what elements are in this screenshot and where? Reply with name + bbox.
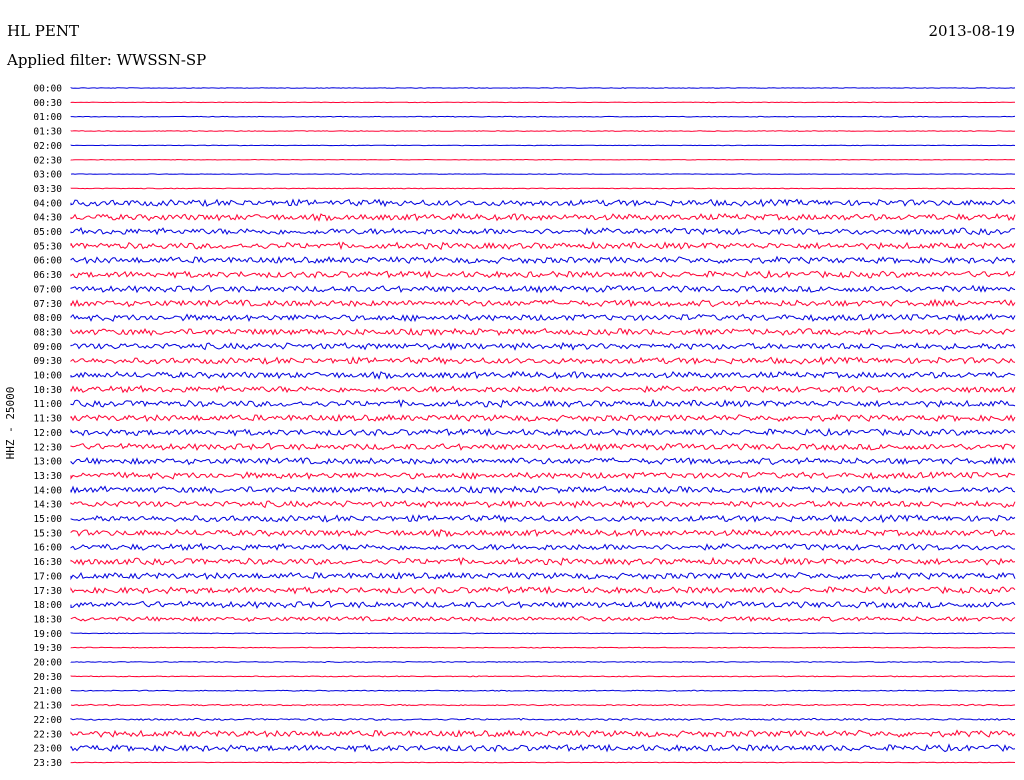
- trace-line: [70, 255, 1016, 265]
- trace-line: [70, 298, 1016, 308]
- trace-line: [70, 198, 1016, 208]
- trace-line: [70, 384, 1016, 394]
- row-tick-label: 08:00: [33, 313, 62, 324]
- row-tick-label: 10:30: [33, 385, 62, 396]
- row-tick-label: 05:00: [33, 227, 62, 238]
- trace-line: [70, 87, 1016, 89]
- row-tick-label: 02:00: [33, 141, 62, 152]
- trace-line: [70, 187, 1016, 190]
- row-tick-label: 19:00: [33, 629, 62, 640]
- row-tick-label: 14:00: [33, 485, 62, 496]
- row-tick-label: 07:30: [33, 299, 62, 310]
- trace-line: [70, 115, 1016, 118]
- trace-line: [70, 413, 1016, 423]
- trace-line: [70, 514, 1016, 524]
- trace-line: [70, 341, 1016, 351]
- trace-line: [70, 761, 1016, 764]
- trace-line: [70, 144, 1016, 147]
- trace-line: [70, 689, 1016, 692]
- row-tick-label: 03:00: [33, 170, 62, 181]
- helicorder-chart: HHZ - 25000 00:00 00:30 01:00 01:30 02:00 02:3…: [4, 84, 1016, 769]
- row-tick-label: 10:00: [33, 371, 62, 382]
- trace-line: [70, 499, 1016, 509]
- row-tick-label: 02:30: [33, 155, 62, 166]
- trace-line: [70, 743, 1016, 753]
- trace-line: [70, 542, 1016, 552]
- row-tick-label: 04:00: [33, 198, 62, 209]
- row-tick-label: 04:30: [33, 213, 62, 224]
- row-tick-label: 12:00: [33, 428, 62, 439]
- row-tick-label: 13:30: [33, 471, 62, 482]
- trace-line: [70, 675, 1016, 678]
- row-tick-label: 07:00: [33, 284, 62, 295]
- trace-line: [70, 101, 1016, 104]
- trace-line: [70, 485, 1016, 495]
- row-tick-label: 08:30: [33, 327, 62, 338]
- row-tick-label: 16:00: [33, 543, 62, 554]
- row-tick-label: 12:30: [33, 442, 62, 453]
- row-tick-label: 11:30: [33, 414, 62, 425]
- row-tick-label: 23:00: [33, 744, 62, 755]
- trace-line: [70, 717, 1015, 721]
- trace-line: [70, 398, 1016, 408]
- row-tick-label: 11:00: [33, 399, 62, 410]
- trace-line: [70, 173, 1015, 175]
- row-tick-label: 17:00: [33, 571, 62, 582]
- row-tick-label: 18:30: [33, 614, 62, 625]
- trace-line: [70, 212, 1016, 222]
- trace-line: [70, 241, 1016, 251]
- trace-line: [70, 660, 1016, 664]
- row-tick-label: 21:00: [33, 686, 62, 697]
- row-tick-label: 06:00: [33, 256, 62, 267]
- trace-line: [70, 703, 1016, 707]
- trace-line: [70, 585, 1016, 595]
- row-tick-label: 01:30: [33, 127, 62, 138]
- row-tick-label: 22:00: [33, 715, 62, 726]
- trace-line: [70, 615, 1016, 623]
- trace-line: [70, 284, 1016, 294]
- row-tick-label: 01:00: [33, 112, 62, 123]
- row-tick-label: 03:30: [33, 184, 62, 195]
- trace-line: [70, 729, 1016, 738]
- row-tick-label: 23:30: [33, 758, 62, 769]
- trace-line: [70, 313, 1016, 323]
- row-tick-label: 18:00: [33, 600, 62, 611]
- row-tick-label: 20:30: [33, 672, 62, 683]
- trace-line: [70, 370, 1016, 380]
- trace-line: [70, 356, 1016, 366]
- trace-line: [70, 600, 1016, 610]
- trace-line: [70, 158, 1015, 161]
- trace-line: [70, 269, 1016, 279]
- row-tick-label: 09:00: [33, 342, 62, 353]
- row-tick-label: 05:30: [33, 241, 62, 252]
- row-tick-label: 15:30: [33, 528, 62, 539]
- trace-line: [70, 632, 1016, 635]
- trace-line: [70, 227, 1016, 236]
- row-tick-label: 14:30: [33, 500, 62, 511]
- y-axis-label: HHZ - 25000: [4, 387, 17, 460]
- row-tick-label: 20:00: [33, 658, 62, 669]
- row-tick-label: 21:30: [33, 701, 62, 712]
- trace-line: [70, 646, 1015, 649]
- trace-line: [70, 442, 1016, 452]
- row-tick-label: 15:00: [33, 514, 62, 525]
- trace-line: [70, 556, 1016, 566]
- trace-line: [70, 427, 1016, 437]
- trace-line: [70, 130, 1016, 132]
- row-tick-label: 19:30: [33, 643, 62, 654]
- trace-line: [70, 528, 1016, 538]
- row-tick-label: 17:30: [33, 586, 62, 597]
- trace-line: [70, 327, 1016, 337]
- trace-line: [70, 471, 1016, 480]
- row-tick-label: 09:30: [33, 356, 62, 367]
- row-tick-label: 06:30: [33, 270, 62, 281]
- trace-line: [70, 571, 1016, 581]
- row-tick-label: 00:30: [33, 98, 62, 109]
- row-tick-label: 13:00: [33, 457, 62, 468]
- row-tick-label: 16:30: [33, 557, 62, 568]
- row-tick-label: 22:30: [33, 729, 62, 740]
- trace-line: [70, 456, 1016, 466]
- row-tick-label: 00:00: [33, 84, 62, 95]
